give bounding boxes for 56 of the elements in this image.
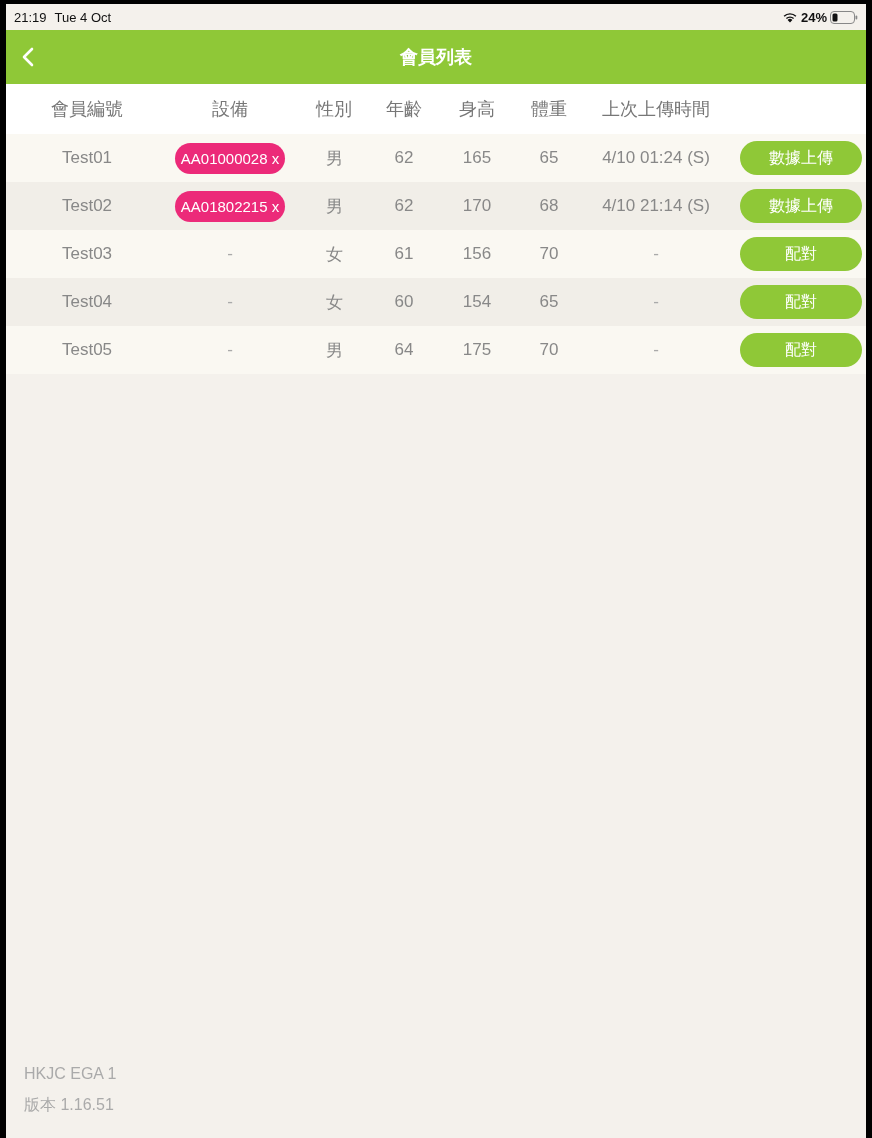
column-header: 身高 bbox=[459, 98, 495, 121]
device-empty: - bbox=[227, 292, 233, 312]
member-id: Test03 bbox=[61, 244, 113, 264]
device-tag[interactable]: AA01802215 x bbox=[174, 190, 286, 222]
height-cell: 156 bbox=[462, 244, 492, 264]
age-cell: 61 bbox=[394, 244, 414, 264]
member-id: Test05 bbox=[61, 340, 113, 360]
app-name: HKJC EGA 1 bbox=[24, 1065, 117, 1083]
upload-time: 4/10 21:14 (S) bbox=[602, 196, 710, 216]
wifi-icon bbox=[781, 11, 798, 23]
battery-percent: 24% bbox=[800, 9, 827, 25]
column-header: 會員編號 bbox=[51, 98, 123, 121]
member-id: Test01 bbox=[61, 148, 113, 168]
sex-cell-text: 男 bbox=[325, 339, 343, 362]
version-text: 版本 1.16.51 bbox=[24, 1095, 114, 1115]
action-button[interactable]: 配對 bbox=[740, 285, 862, 319]
sex-cell-text: 女 bbox=[325, 291, 343, 314]
column-header: 性別 bbox=[316, 98, 352, 121]
age-cell: 62 bbox=[394, 196, 414, 216]
column-header: 上次上傳時間 bbox=[602, 98, 710, 121]
column-header: 設備 bbox=[212, 98, 248, 121]
age-cell: 60 bbox=[394, 292, 414, 312]
upload-time: - bbox=[653, 244, 659, 264]
column-header: 體重 bbox=[531, 98, 567, 121]
weight-cell: 65 bbox=[539, 148, 559, 168]
column-header: 年齡 bbox=[386, 98, 422, 121]
age-cell: 62 bbox=[394, 148, 414, 168]
device-empty: - bbox=[227, 340, 233, 360]
device-empty: - bbox=[227, 244, 233, 264]
action-button[interactable]: 數據上傳 bbox=[740, 189, 862, 223]
weight-cell: 70 bbox=[539, 244, 559, 264]
sex-cell-text: 男 bbox=[325, 147, 343, 170]
sex-cell-text: 女 bbox=[325, 243, 343, 266]
upload-time: - bbox=[653, 292, 659, 312]
page-title: 會員列表 bbox=[400, 46, 472, 69]
member-id: Test04 bbox=[61, 292, 113, 312]
status-time: 21:19 bbox=[14, 9, 47, 25]
height-cell: 154 bbox=[462, 292, 492, 312]
weight-cell: 68 bbox=[539, 196, 559, 216]
status-date: Tue 4 Oct bbox=[54, 9, 112, 25]
height-cell: 165 bbox=[462, 148, 492, 168]
sex-cell-text: 男 bbox=[325, 195, 343, 218]
age-cell: 64 bbox=[394, 340, 414, 360]
back-icon[interactable] bbox=[22, 47, 34, 67]
member-id: Test02 bbox=[61, 196, 113, 216]
height-cell: 175 bbox=[462, 340, 492, 360]
weight-cell: 65 bbox=[539, 292, 559, 312]
action-button[interactable]: 配對 bbox=[740, 237, 862, 271]
action-button[interactable]: 配對 bbox=[740, 333, 862, 367]
upload-time: - bbox=[653, 340, 659, 360]
action-button[interactable]: 數據上傳 bbox=[740, 141, 862, 175]
weight-cell: 70 bbox=[539, 340, 559, 360]
height-cell: 170 bbox=[462, 196, 492, 216]
battery-icon bbox=[830, 10, 858, 24]
upload-time: 4/10 01:24 (S) bbox=[602, 148, 710, 168]
device-tag[interactable]: AA01000028 x bbox=[174, 142, 286, 174]
